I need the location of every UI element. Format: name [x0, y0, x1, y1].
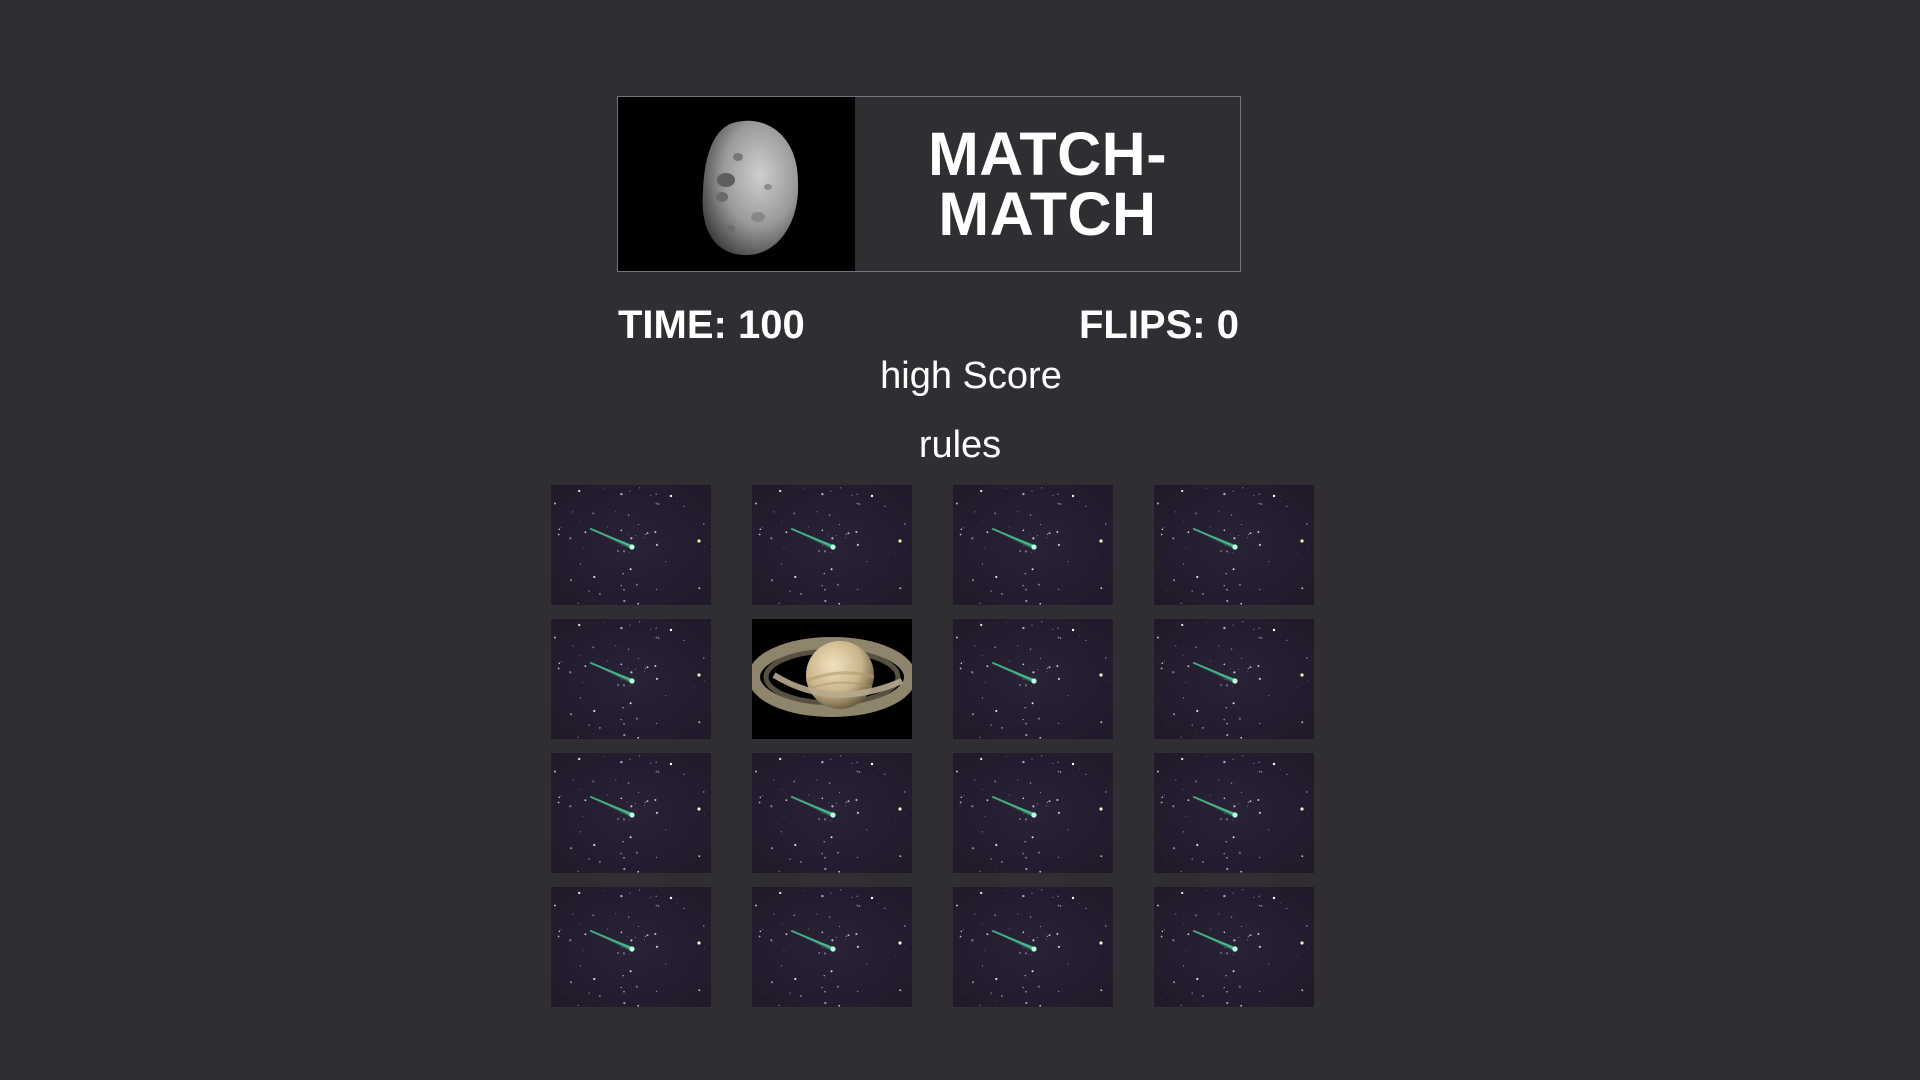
memory-card[interactable] — [551, 619, 711, 739]
asteroid-icon — [618, 97, 855, 271]
timer: TIME: 100 — [618, 302, 805, 348]
memory-card[interactable] — [551, 887, 711, 1007]
comet-card-back — [551, 887, 711, 1007]
comet-card-back — [1154, 619, 1314, 739]
flip-counter: FLIPS: 0 — [1079, 302, 1239, 348]
memory-card[interactable] — [551, 485, 711, 605]
comet-card-back — [551, 619, 711, 739]
comet-card-back — [1154, 485, 1314, 605]
high-score-link[interactable]: high Score — [880, 355, 1062, 397]
comet-card-back — [953, 485, 1113, 605]
rules-link[interactable]: rules — [919, 424, 1001, 466]
rules-row: rules — [0, 422, 1920, 468]
comet-card-back — [752, 753, 912, 873]
memory-card[interactable] — [953, 485, 1113, 605]
memory-card[interactable] — [551, 753, 711, 873]
stats-bar: TIME: 100 FLIPS: 0 — [617, 302, 1241, 348]
memory-card-flipped[interactable] — [752, 619, 912, 739]
flips-value: 0 — [1216, 303, 1239, 347]
comet-card-back — [752, 485, 912, 605]
card-grid — [551, 485, 1316, 1008]
memory-card[interactable] — [953, 619, 1113, 739]
memory-card[interactable] — [1154, 485, 1314, 605]
memory-card[interactable] — [752, 753, 912, 873]
high-score-row: high Score — [0, 353, 1920, 399]
comet-card-back — [953, 753, 1113, 873]
comet-card-back — [752, 887, 912, 1007]
time-value: 100 — [738, 303, 805, 347]
game-header: MATCH-MATCH — [617, 96, 1241, 272]
memory-card[interactable] — [1154, 753, 1314, 873]
comet-card-back — [551, 485, 711, 605]
game-title: MATCH-MATCH — [927, 120, 1168, 248]
memory-card[interactable] — [1154, 887, 1314, 1007]
saturn-icon — [752, 619, 912, 739]
flips-label: FLIPS: — [1078, 303, 1206, 347]
comet-card-back — [551, 753, 711, 873]
time-label: TIME: — [618, 303, 727, 347]
memory-card[interactable] — [1154, 619, 1314, 739]
memory-card[interactable] — [752, 485, 912, 605]
memory-card[interactable] — [752, 887, 912, 1007]
comet-card-back — [1154, 753, 1314, 873]
comet-card-back — [1154, 887, 1314, 1007]
game-screen: MATCH-MATCH TIME: 100 FLIPS: 0 high Scor… — [0, 0, 1920, 1080]
comet-card-back — [953, 887, 1113, 1007]
title-box: MATCH-MATCH — [855, 97, 1240, 271]
memory-card[interactable] — [953, 887, 1113, 1007]
comet-card-back — [953, 619, 1113, 739]
memory-card[interactable] — [953, 753, 1113, 873]
